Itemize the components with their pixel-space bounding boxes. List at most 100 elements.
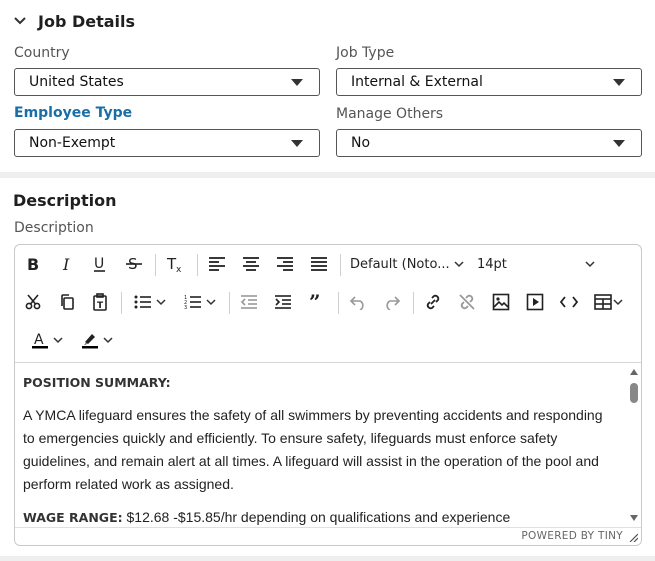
bullet-list-button[interactable] — [128, 289, 172, 315]
description-field-label: Description — [14, 220, 94, 236]
code-icon — [559, 296, 579, 308]
unlink-icon — [459, 294, 475, 310]
blockquote-button[interactable]: ” — [304, 289, 330, 315]
chevron-down-icon — [585, 261, 595, 268]
toolbar-separator — [155, 254, 156, 276]
svg-text:T: T — [97, 301, 104, 311]
paste-text-button[interactable]: T — [87, 289, 113, 315]
editor-content[interactable]: POSITION SUMMARY: A YMCA lifeguard ensur… — [15, 363, 629, 527]
caret-down-icon — [613, 79, 625, 86]
indent-icon — [275, 295, 291, 309]
justify-icon — [311, 257, 327, 271]
chevron-down-icon — [103, 337, 113, 344]
font-size-value: 14pt — [477, 256, 507, 272]
align-right-button[interactable] — [272, 251, 298, 277]
toolbar-separator — [338, 292, 339, 314]
manage-others-label: Manage Others — [336, 106, 444, 122]
image-button[interactable] — [488, 289, 514, 315]
media-button[interactable] — [522, 289, 548, 315]
outdent-button[interactable] — [236, 289, 262, 315]
align-center-button[interactable] — [238, 251, 264, 277]
redo-button[interactable] — [379, 289, 405, 315]
caret-down-icon — [613, 140, 625, 147]
redo-icon — [386, 296, 401, 310]
chevron-down-icon[interactable] — [12, 13, 28, 29]
bold-icon: B — [27, 255, 39, 273]
svg-text:A: A — [34, 332, 44, 348]
text-color-icon: A — [32, 332, 48, 349]
toolbar-separator — [413, 292, 414, 314]
powered-by-label[interactable]: POWERED BY TINY — [521, 530, 623, 542]
underline-button[interactable]: U — [87, 251, 113, 277]
cut-icon — [25, 294, 41, 310]
scroll-up-icon[interactable] — [630, 369, 638, 375]
description-section: Description Description B I U S Tx Defau… — [0, 178, 655, 561]
toolbar-row-3: A — [15, 321, 641, 359]
section-divider — [0, 556, 655, 561]
align-right-icon — [277, 257, 293, 271]
job-details-header[interactable]: Job Details — [12, 8, 135, 34]
svg-text:B: B — [27, 255, 39, 273]
wage-range-label: WAGE RANGE: — [23, 510, 123, 525]
table-button[interactable] — [590, 289, 626, 315]
scroll-down-icon[interactable] — [630, 515, 638, 521]
chevron-down-icon — [53, 337, 63, 344]
position-summary-paragraph: A YMCA lifeguard ensures the safety of a… — [23, 407, 603, 492]
unlink-button[interactable] — [454, 289, 480, 315]
italic-icon: I — [62, 255, 70, 273]
manage-others-select[interactable]: No — [336, 129, 642, 157]
section-title: Job Details — [38, 11, 136, 31]
undo-button[interactable] — [345, 289, 371, 315]
undo-icon — [349, 296, 364, 310]
job-details-section: Job Details Country United States Job Ty… — [0, 0, 655, 172]
paste-text-icon: T — [93, 293, 107, 311]
bold-button[interactable]: B — [20, 251, 46, 277]
link-icon — [426, 294, 440, 310]
numbered-list-icon: 123 — [184, 295, 201, 310]
outdent-icon — [240, 295, 257, 309]
clear-formatting-icon: Tx — [166, 255, 182, 273]
text-color-button[interactable]: A — [25, 327, 69, 353]
toolbar-row-1: B I U S Tx Default (Noto... 14pt — [15, 245, 641, 283]
italic-button[interactable]: I — [54, 251, 80, 277]
editor-statusbar: POWERED BY TINY — [15, 527, 641, 545]
toolbar-separator — [229, 292, 230, 314]
indent-button[interactable] — [270, 289, 296, 315]
scrollbar-thumb[interactable] — [630, 383, 638, 403]
rich-text-editor: B I U S Tx Default (Noto... 14pt T 1 2 3… — [14, 244, 642, 546]
country-select[interactable]: United States — [14, 68, 320, 96]
country-label: Country — [14, 45, 70, 61]
toolbar-separator — [121, 292, 122, 314]
highlight-button[interactable] — [75, 327, 119, 353]
media-icon — [526, 293, 544, 311]
font-size-select[interactable]: 14pt — [477, 251, 597, 277]
numbered-list-button[interactable]: 123 — [178, 289, 222, 315]
toolbar-separator — [197, 254, 198, 276]
copy-button[interactable] — [54, 289, 80, 315]
font-family-select[interactable]: Default (Noto... — [350, 251, 470, 277]
code-button[interactable] — [556, 289, 582, 315]
link-button[interactable] — [420, 289, 446, 315]
svg-text:U: U — [94, 256, 104, 272]
copy-icon — [61, 294, 74, 310]
cut-button[interactable] — [20, 289, 46, 315]
employee-type-select[interactable]: Non-Exempt — [14, 129, 320, 157]
position-summary-heading: POSITION SUMMARY: — [23, 375, 171, 390]
underline-icon: U — [94, 256, 105, 272]
caret-down-icon — [291, 79, 303, 86]
job-type-label: Job Type — [336, 45, 395, 61]
align-left-button[interactable] — [204, 251, 230, 277]
strikethrough-button[interactable]: S — [121, 251, 147, 277]
job-type-value: Internal & External — [351, 74, 483, 90]
resize-handle-icon[interactable] — [628, 532, 638, 542]
justify-button[interactable] — [306, 251, 332, 277]
blockquote-icon: ” — [309, 294, 321, 310]
svg-text:”: ” — [309, 294, 321, 310]
svg-text:3: 3 — [184, 305, 187, 310]
employee-type-value: Non-Exempt — [29, 135, 116, 151]
bullet-list-icon — [134, 295, 151, 309]
job-type-select[interactable]: Internal & External — [336, 68, 642, 96]
clear-formatting-button[interactable]: Tx — [162, 251, 188, 277]
editor-scrollbar[interactable] — [627, 363, 641, 527]
employee-type-label: Employee Type — [14, 105, 133, 121]
